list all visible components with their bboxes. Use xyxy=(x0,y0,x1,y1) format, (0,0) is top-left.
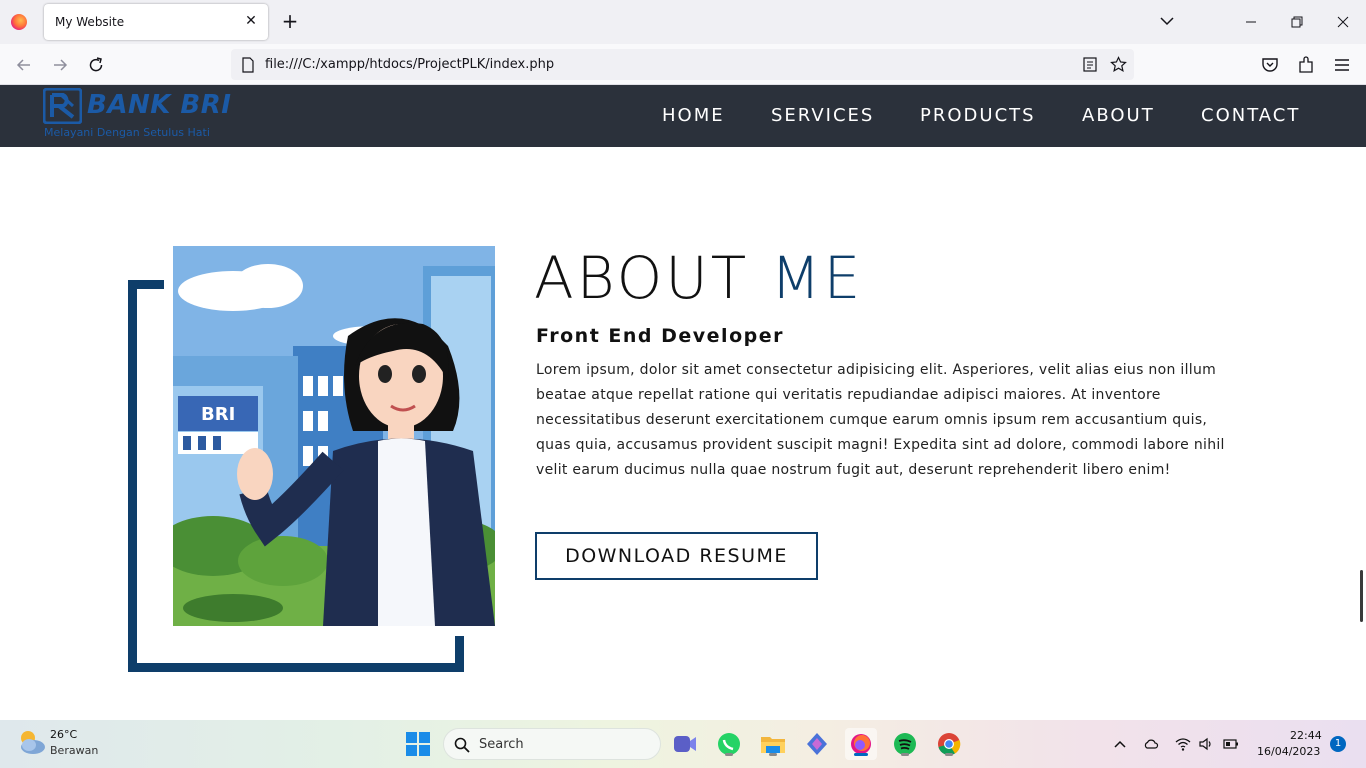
weather-temperature[interactable]: 26°C xyxy=(50,728,77,741)
page-scrollbar[interactable] xyxy=(1360,570,1363,622)
download-resume-button[interactable]: DOWNLOAD RESUME xyxy=(535,532,818,580)
bri-logo-icon[interactable] xyxy=(43,88,82,124)
photo-frame-right xyxy=(455,636,464,672)
copilot-icon[interactable] xyxy=(801,728,833,760)
extensions-icon[interactable] xyxy=(1296,55,1316,75)
firefox-taskbar-icon[interactable] xyxy=(845,728,877,760)
about-title-accent: ME xyxy=(770,244,864,312)
file-explorer-icon[interactable] xyxy=(757,728,789,760)
search-placeholder: Search xyxy=(479,737,524,752)
nav-services[interactable]: SERVICES xyxy=(771,105,874,126)
profile-illustration: BRI xyxy=(173,246,495,626)
about-title-main: ABOUT xyxy=(534,244,750,312)
wifi-icon[interactable] xyxy=(1175,736,1191,752)
nav-about[interactable]: ABOUT xyxy=(1082,105,1155,126)
taskbar-search-box[interactable]: Search xyxy=(443,728,661,760)
new-tab-button[interactable]: + xyxy=(280,11,300,31)
running-indicator xyxy=(901,753,909,756)
browser-toolbar: file:///C:/xampp/htdocs/ProjectPLK/index… xyxy=(0,44,1366,85)
chevron-up-icon[interactable] xyxy=(1112,736,1128,752)
about-title: ABOUT ME xyxy=(534,244,863,312)
building-sign: BRI xyxy=(201,404,235,425)
windows-taskbar: 26°C Berawan Search 22:44 16/04/2023 1 xyxy=(0,720,1366,768)
photo-frame xyxy=(128,280,137,672)
active-indicator xyxy=(854,753,868,756)
about-body-text: Lorem ipsum, dolor sit amet consectetur … xyxy=(536,362,1225,478)
pocket-icon[interactable] xyxy=(1260,55,1280,75)
menu-icon[interactable] xyxy=(1332,55,1352,75)
logo-text[interactable]: BANK BRI xyxy=(87,90,231,120)
page-icon xyxy=(242,57,254,73)
reader-view-icon[interactable] xyxy=(1083,57,1097,72)
volume-icon[interactable] xyxy=(1198,736,1214,752)
logo-tagline: Melayani Dengan Setulus Hati xyxy=(44,126,210,139)
browser-tab-bar: My Website ✕ + xyxy=(0,0,1366,44)
browser-tab[interactable]: My Website ✕ xyxy=(44,4,268,40)
running-indicator xyxy=(725,753,733,756)
photo-frame-bottom xyxy=(128,663,464,672)
clock-date[interactable]: 16/04/2023 xyxy=(1257,745,1320,758)
minimize-icon[interactable] xyxy=(1239,10,1263,34)
url-text: file:///C:/xampp/htdocs/ProjectPLK/index… xyxy=(265,57,555,72)
chevron-down-icon[interactable] xyxy=(1158,12,1176,30)
running-indicator xyxy=(945,753,953,756)
chrome-icon[interactable] xyxy=(933,728,965,760)
bookmark-star-icon[interactable] xyxy=(1110,56,1127,73)
close-tab-icon[interactable]: ✕ xyxy=(242,12,260,30)
start-windows-icon[interactable] xyxy=(402,728,434,760)
weather-condition[interactable]: Berawan xyxy=(50,744,98,757)
about-subtitle: Front End Developer xyxy=(536,325,784,347)
site-header: BANK BRI Melayani Dengan Setulus Hati HO… xyxy=(0,85,1366,147)
whatsapp-icon[interactable] xyxy=(713,728,745,760)
nav-home[interactable]: HOME xyxy=(662,105,725,126)
running-indicator xyxy=(769,753,777,756)
nav-contact[interactable]: CONTACT xyxy=(1201,105,1300,126)
back-icon[interactable] xyxy=(14,55,34,75)
search-icon xyxy=(454,737,470,753)
notification-badge[interactable]: 1 xyxy=(1330,736,1346,752)
meet-icon[interactable] xyxy=(669,728,701,760)
restore-icon[interactable] xyxy=(1285,10,1309,34)
nav-products[interactable]: PRODUCTS xyxy=(920,105,1036,126)
onedrive-cloud-icon[interactable] xyxy=(1143,736,1159,752)
battery-icon[interactable] xyxy=(1223,736,1239,752)
firefox-icon[interactable] xyxy=(11,14,27,30)
spotify-icon[interactable] xyxy=(889,728,921,760)
address-bar[interactable]: file:///C:/xampp/htdocs/ProjectPLK/index… xyxy=(231,49,1134,80)
photo-frame-top xyxy=(128,280,164,289)
clock-time[interactable]: 22:44 xyxy=(1290,729,1322,742)
close-window-icon[interactable] xyxy=(1331,10,1355,34)
tab-title: My Website xyxy=(55,15,125,29)
forward-icon[interactable] xyxy=(50,55,70,75)
reload-icon[interactable] xyxy=(86,55,106,75)
weather-cloud-icon[interactable] xyxy=(16,728,46,756)
